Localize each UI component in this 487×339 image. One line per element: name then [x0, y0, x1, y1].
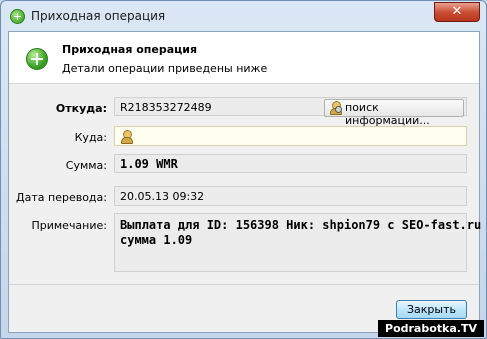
- from-label: Откуда:: [55, 102, 107, 115]
- window-title: Приходная операция: [31, 9, 166, 23]
- note-line-2: сумма 1.09: [120, 233, 193, 247]
- header-title: Приходная операция: [62, 43, 198, 56]
- date-value: 20.05.13 09:32: [120, 190, 205, 203]
- close-window-button[interactable]: ✕: [434, 2, 480, 22]
- close-button[interactable]: Закрыть: [396, 300, 467, 319]
- to-field[interactable]: [114, 126, 467, 146]
- amount-label: Сумма:: [65, 159, 107, 172]
- person-icon: [120, 130, 133, 144]
- footer-divider: [9, 284, 479, 285]
- title-bar[interactable]: Приходная операция ✕: [1, 1, 486, 31]
- note-label: Примечание:: [31, 219, 107, 232]
- add-green-icon: [26, 48, 48, 70]
- person-search-icon: [329, 101, 342, 115]
- from-field[interactable]: R218353272489 поиск информации...: [114, 97, 467, 127]
- search-info-label: поиск информации...: [345, 101, 430, 127]
- amount-field: 1.09 WMR: [114, 154, 467, 173]
- to-label: Куда:: [74, 131, 107, 144]
- dialog-window: Приходная операция ✕ Приходная операция …: [0, 0, 487, 339]
- close-icon: ✕: [451, 4, 463, 19]
- from-value: R218353272489: [120, 101, 212, 114]
- note-field: Выплата для ID: 156398 Ник: shpion79 с S…: [114, 213, 481, 272]
- amount-value: 1.09 WMR: [120, 157, 178, 171]
- dialog-header: Приходная операция Детали операции приве…: [9, 32, 479, 84]
- note-line-1: Выплата для ID: 156398 Ник: shpion79 с S…: [120, 218, 482, 232]
- watermark: Podrabotka.TV: [378, 320, 484, 337]
- add-green-icon: [10, 9, 25, 24]
- date-label: Дата перевода:: [16, 191, 107, 204]
- header-subtitle: Детали операции приведены ниже: [62, 62, 268, 75]
- dialog-body: Приходная операция Детали операции приве…: [8, 31, 481, 333]
- date-field: 20.05.13 09:32: [114, 186, 467, 206]
- search-info-button[interactable]: поиск информации...: [324, 99, 464, 127]
